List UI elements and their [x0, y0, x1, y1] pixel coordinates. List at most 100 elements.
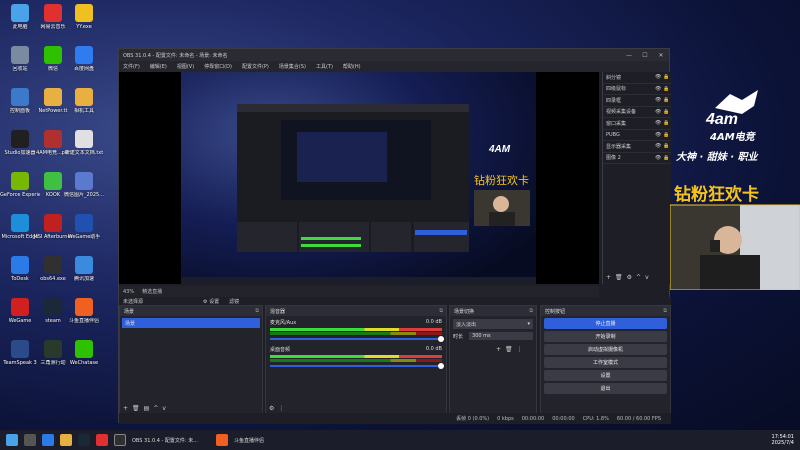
source-item[interactable]: 窗口采集 👁 🔒	[603, 118, 671, 130]
preview-canvas[interactable]: 4AM 钻粉狂欢卡	[119, 72, 599, 284]
scenes-toolbar: + 🗑 ▤ ^ v	[123, 405, 166, 412]
chevron-up-icon[interactable]: ^	[636, 274, 641, 281]
menu-item[interactable]: 视图(V)	[177, 63, 194, 70]
volume-meter	[270, 328, 442, 331]
eye-icon[interactable]: 👁	[655, 143, 663, 149]
source-item[interactable]: PUBG 👁 🔒	[603, 130, 671, 141]
desktop-icon[interactable]: 百度网盘	[64, 46, 104, 84]
menu-item[interactable]: 工具(T)	[316, 63, 333, 70]
start-icon[interactable]	[6, 434, 18, 446]
obs-icon[interactable]	[114, 434, 126, 446]
app-icon	[75, 46, 93, 64]
source-label: PUBG	[606, 131, 620, 138]
remove-icon[interactable]: 🗑	[615, 274, 623, 281]
desktop-icon-label: 斗鱼直播伴侣	[68, 318, 99, 324]
more-icon[interactable]: ⋮	[517, 346, 523, 353]
panel-close-icon[interactable]: ⧉	[439, 308, 443, 314]
taskbar-app-douyu[interactable]: 斗鱼直播伴侣	[234, 437, 264, 444]
preview-image: 4AM 钻粉狂欢卡	[181, 72, 536, 284]
menu-item[interactable]: 停靠窗口(D)	[204, 63, 232, 70]
controls-panel: 控制按钮 ⧉ 停止直播开始录制启动虚拟摄像机 工作室模式设置退出	[540, 305, 671, 415]
eye-icon[interactable]: 👁	[655, 132, 663, 138]
desktop-icon[interactable]: 腾讯加速	[64, 256, 104, 294]
duration-input[interactable]: 300 ms	[469, 332, 533, 340]
eye-icon[interactable]: 👁	[655, 155, 663, 161]
desktop-icon[interactable]: 斗鱼直播伴侣	[64, 298, 104, 336]
control-button[interactable]: 停止直播	[544, 318, 667, 329]
menu-item[interactable]: 文件(F)	[123, 63, 140, 70]
panel-close-icon[interactable]: ⧉	[663, 308, 667, 314]
transition-select[interactable]: 淡入淡出 ▾	[453, 319, 533, 329]
bitrate: 0 kbps	[497, 415, 514, 422]
edge-icon[interactable]	[42, 434, 54, 446]
netease-icon[interactable]	[96, 434, 108, 446]
menu-bar: 文件(F) 编辑(E) 视图(V) 停靠窗口(D) 配置文件(P) 场景集合(S) 工具(T…	[119, 61, 669, 72]
steam-icon[interactable]	[78, 434, 90, 446]
chevron-down-icon[interactable]: v	[162, 405, 166, 412]
control-button[interactable]: 工作室模式	[544, 357, 667, 368]
source-item[interactable]: 视频采集设备 👁 🔒	[603, 107, 671, 118]
obs-title-bar: OBS 31.0.4 - 配置文件: 未命名 - 场景: 未命名 — ☐ ✕	[119, 49, 669, 61]
minimize-icon[interactable]: —	[621, 52, 637, 59]
app-icon	[11, 130, 29, 148]
chevron-down-icon[interactable]: v	[645, 274, 649, 281]
control-button[interactable]: 退出	[544, 383, 667, 394]
desktop-icon[interactable]: WeChatase	[64, 340, 104, 378]
source-item[interactable]: 斜分镜 👁 🔒	[603, 72, 671, 84]
volume-slider[interactable]	[270, 336, 444, 342]
control-button[interactable]: 启动虚拟摄像机	[544, 344, 667, 355]
gear-icon[interactable]: ⚙	[627, 274, 632, 281]
folder-icon[interactable]	[60, 434, 72, 446]
stream-overlay: 4am 4AM电竞 大神 · 甜妹 · 职业 钻粉狂欢卡	[669, 80, 800, 291]
add-icon[interactable]: +	[606, 274, 611, 281]
eye-icon[interactable]: 👁	[655, 120, 663, 126]
desktop-icon[interactable]: WeGame助手	[64, 214, 104, 252]
eye-icon[interactable]: 👁	[655, 97, 663, 103]
controls-title: 控制按钮	[545, 308, 566, 315]
close-icon[interactable]: ✕	[653, 52, 669, 59]
add-icon[interactable]: +	[496, 346, 501, 353]
transitions-panel: 场景切换 ⧉ 淡入淡出 ▾ 时长 300 ms + 🗑 ⋮	[449, 305, 537, 415]
mixer-toolbar: ⚙ ⋮	[269, 405, 284, 412]
desktop-icon[interactable]: YY.exe	[64, 4, 104, 42]
source-item[interactable]: 四级鼠标 👁 🔒	[603, 84, 671, 95]
filters-button[interactable]: 滤镜	[229, 298, 239, 305]
menu-item[interactable]: 编辑(E)	[150, 63, 167, 70]
source-item[interactable]: 显示器采集 👁 🔒	[603, 141, 671, 153]
filter-icon[interactable]: ▤	[144, 405, 150, 412]
chevron-up-icon[interactable]: ^	[153, 405, 158, 412]
eye-icon[interactable]: 👁	[655, 86, 663, 92]
desktop-icon[interactable]: 微信图片_2025...	[64, 172, 104, 210]
properties-button[interactable]: ⚙ 设置	[203, 298, 219, 305]
control-button[interactable]: 设置	[544, 370, 667, 381]
taskbar-app-obs[interactable]: OBS 31.0.4 - 配置文件: 未...	[132, 437, 210, 444]
douyu-icon[interactable]	[216, 434, 228, 446]
menu-item[interactable]: 帮助(H)	[343, 63, 361, 70]
maximize-icon[interactable]: ☐	[637, 52, 653, 59]
app-icon	[11, 172, 29, 190]
add-icon[interactable]: +	[123, 405, 128, 412]
scene-item[interactable]: 场景	[122, 318, 260, 328]
volume-slider[interactable]	[270, 363, 444, 369]
source-item[interactable]: 四录框 👁 🔒	[603, 95, 671, 107]
eye-icon[interactable]: 👁	[655, 74, 663, 80]
sources-list: 斜分镜 👁 🔒 四级鼠标 👁 🔒 四录框 👁 🔒 视频采集设备 👁 🔒 窗口采集 👁 🔒 PUBG 👁 🔒 显示器采…	[603, 72, 671, 164]
menu-item[interactable]: 配置文件(P)	[242, 63, 269, 70]
eye-icon[interactable]: 👁	[655, 109, 663, 115]
panel-close-icon[interactable]: ⧉	[255, 308, 259, 314]
app-icon	[11, 340, 29, 358]
desktop-icon[interactable]: 新建文本文档.txt	[64, 130, 104, 168]
search-icon[interactable]	[24, 434, 36, 446]
app-icon	[75, 340, 93, 358]
control-button[interactable]: 开始录制	[544, 331, 667, 342]
gear-icon[interactable]: ⚙	[269, 405, 274, 412]
desktop-icon[interactable]: 相机工具	[64, 88, 104, 126]
scenes-title: 场景	[124, 308, 135, 315]
remove-icon[interactable]: 🗑	[505, 346, 513, 353]
more-icon[interactable]: ⋮	[278, 405, 284, 412]
source-item[interactable]: 图像 2 👁 🔒	[603, 153, 671, 164]
clock[interactable]: 17:54:01 2025/7/4	[772, 434, 794, 446]
menu-item[interactable]: 场景集合(S)	[279, 63, 306, 70]
panel-close-icon[interactable]: ⧉	[529, 308, 533, 314]
remove-icon[interactable]: 🗑	[132, 405, 140, 412]
